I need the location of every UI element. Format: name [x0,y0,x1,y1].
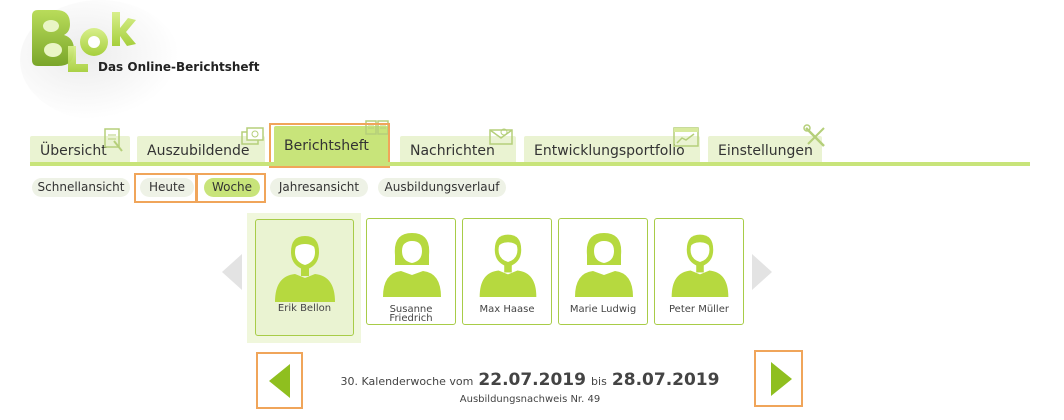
logo-tagline: Das Online-Berichtsheft [98,60,260,74]
report-number: Ausbildungsnachweis Nr. 49 [459,394,601,405]
subtab-schnellansicht[interactable]: Schnellansicht [32,178,130,197]
male-avatar-icon [671,234,729,297]
trainee-name-line2: Friedrich [389,313,433,324]
highlight-heute [134,173,197,203]
female-avatar-icon [575,233,633,297]
week-end-date: 28.07.2019 [611,370,720,390]
tab-label: Entwicklungsportfolio [534,143,685,159]
trainee-card-max-haase[interactable]: Max Haase [462,218,552,325]
trainee-card-susanne-friedrich[interactable]: Susanne Friedrich [366,218,456,325]
tab-label: Nachrichten [410,143,495,159]
tab-bar-underline [30,162,1030,166]
carousel-next-arrow[interactable] [748,252,776,296]
trainee-name: Erik Bellon [277,303,332,314]
highlight-woche [196,173,266,203]
trainee-card-erik-bellon[interactable]: Erik Bellon [255,219,354,336]
envelope-icon [488,126,514,150]
arrow-right-icon [771,362,792,396]
next-week-button[interactable] [768,360,796,402]
female-avatar-icon [383,233,441,297]
folder-stack-icon [240,126,266,150]
male-avatar-icon [275,236,335,302]
week-period: 30. Kalenderwoche vom 22.07.2019 bis 28.… [300,370,760,390]
carousel-prev-arrow[interactable] [218,252,246,296]
subtab-jahresansicht[interactable]: Jahresansicht [270,178,368,197]
week-start-date: 22.07.2019 [478,370,586,390]
week-connector: bis [591,375,607,388]
week-label: 30. Kalenderwoche vom [340,375,474,388]
trainee-card-peter-mueller[interactable]: Peter Müller [654,218,744,325]
clipboard-icon [102,127,124,157]
arrow-left-icon [269,364,290,398]
tab-label: Übersicht [40,143,107,159]
trainee-card-marie-ludwig[interactable]: Marie Ludwig [558,218,648,325]
trainee-name: Marie Ludwig [569,304,637,315]
tab-label: Einstellungen [718,143,813,159]
subtab-ausbildungsverlauf[interactable]: Ausbildungsverlauf [378,178,506,197]
prev-week-button[interactable] [266,362,294,404]
trainee-name: Max Haase [479,304,535,315]
tab-label: Auszubildende [147,143,250,159]
trainee-name: Peter Müller [669,304,729,315]
tools-icon [802,124,828,152]
male-avatar-icon [479,234,537,297]
chart-icon [672,126,700,152]
